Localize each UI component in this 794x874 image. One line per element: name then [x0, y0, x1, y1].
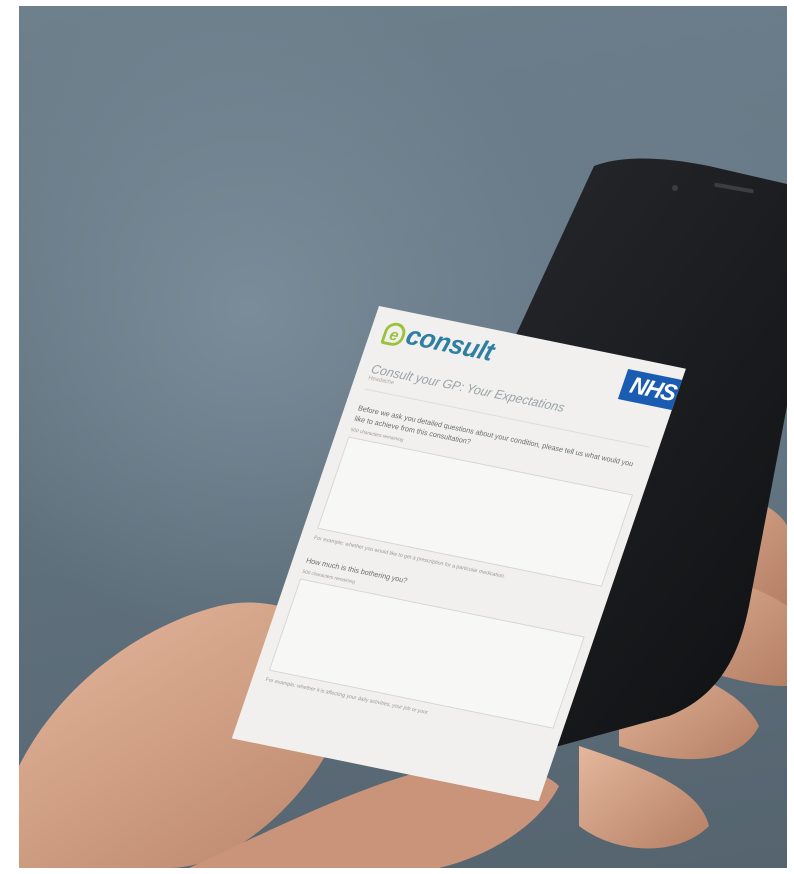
finger-right-bottom — [579, 746, 709, 849]
front-camera-icon — [672, 185, 678, 191]
econsult-logo-text: consult — [402, 320, 498, 367]
photo-scene: econsult NHS Consult your GP: Your Expec… — [19, 6, 787, 868]
